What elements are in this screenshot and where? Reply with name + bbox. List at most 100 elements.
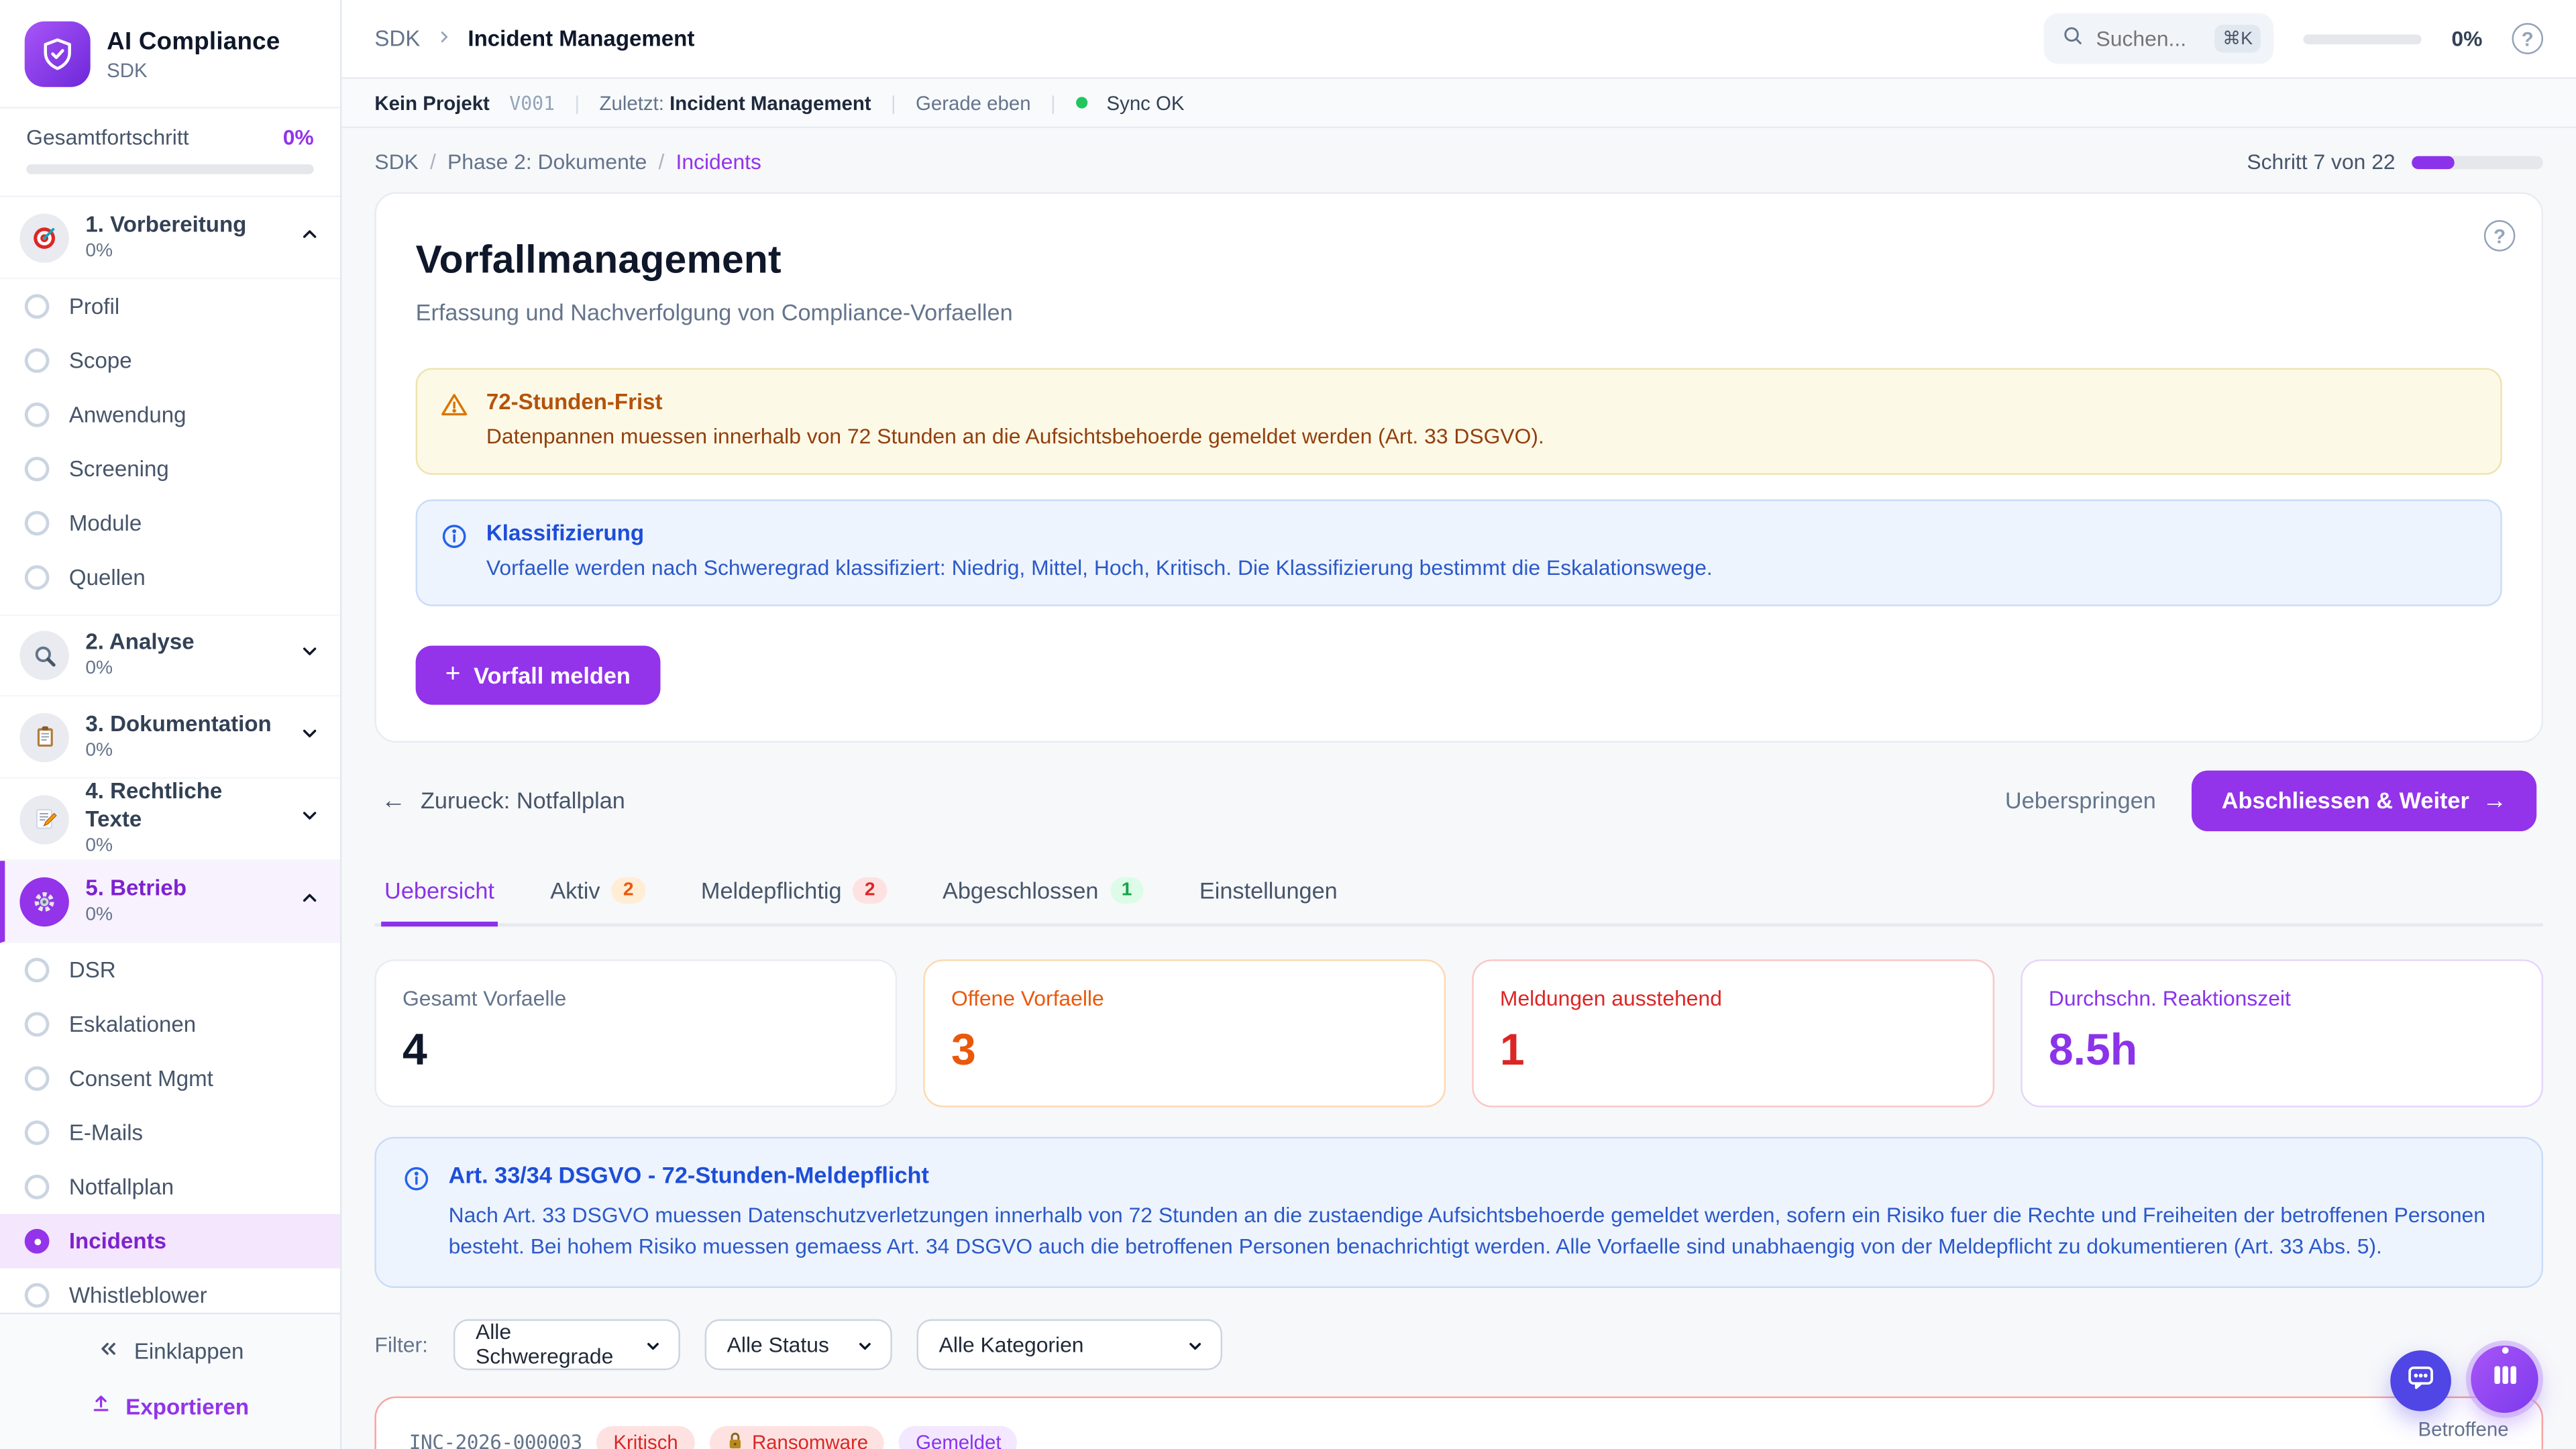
radio-icon (25, 457, 50, 482)
app-logo-row: AI Compliance SDK (0, 0, 340, 107)
complete-next-button[interactable]: Abschliessen & Weiter → (2192, 770, 2537, 831)
gdpr-banner-title: Art. 33/34 DSGVO - 72-Stunden-Meldepflic… (449, 1161, 2516, 1187)
severity-filter-select[interactable]: Alle Schweregrade (453, 1319, 680, 1370)
chevron-down-icon (299, 641, 321, 670)
sidebar-item-scope[interactable]: Scope (0, 333, 340, 388)
sidebar-item-consent-mgmt[interactable]: Consent Mgmt (0, 1051, 340, 1106)
plus-icon: + (445, 661, 461, 688)
incident-card[interactable]: INC-2026-000003 Kritisch Ransomware Geme… (374, 1396, 2543, 1449)
topbar-progress-track (2304, 34, 2422, 44)
page-breadcrumb-current: Incidents (676, 150, 761, 174)
sidebar-item-notfallplan[interactable]: Notfallplan (0, 1160, 340, 1214)
radio-selected-icon (25, 1229, 50, 1254)
search-input[interactable] (2096, 26, 2202, 51)
section-percent: 0% (85, 239, 246, 263)
lock-icon (726, 1430, 744, 1449)
sidebar-footer: Einklappen Exportieren (0, 1313, 340, 1449)
tab-meldepflichtig[interactable]: Meldepflichtig 2 (698, 862, 890, 926)
project-name: Kein Projekt (374, 91, 490, 114)
arrow-right-icon: → (2482, 786, 2507, 814)
overall-progress-label: Gesamtfortschritt (26, 125, 189, 150)
gear-icon (19, 877, 68, 926)
upload-icon (91, 1393, 113, 1419)
chevron-down-icon (1185, 1335, 1203, 1360)
chevron-down-icon (643, 1335, 661, 1360)
page-breadcrumb-sdk[interactable]: SDK (374, 150, 418, 174)
category-filter-select[interactable]: Alle Kategorien (916, 1319, 1222, 1370)
sidebar-item-whistleblower[interactable]: Whistleblower (0, 1269, 340, 1313)
filter-label: Filter: (374, 1332, 428, 1356)
sidebar-item-quellen[interactable]: Quellen (0, 550, 340, 604)
tab-aktiv[interactable]: Aktiv 2 (547, 862, 648, 926)
page-title: Vorfallmanagement (416, 238, 2502, 284)
help-icon[interactable]: ? (2512, 23, 2543, 54)
chat-fab-button[interactable] (2390, 1350, 2451, 1411)
breadcrumb: SDK Incident Management (374, 26, 694, 51)
sync-status-icon (1075, 97, 1087, 108)
radio-icon (25, 958, 50, 983)
sidebar-section-analyse[interactable]: 2. Analyse 0% (0, 614, 340, 696)
collapse-sidebar-button[interactable]: Einklappen (96, 1337, 244, 1365)
sidebar-section-rechtliche-texte[interactable]: 4. Rechtliche Texte 0% (0, 779, 340, 861)
chat-bubble-icon (2405, 1361, 2436, 1401)
gdpr-banner-text: Nach Art. 33 DSGVO muessen Datenschutzve… (449, 1199, 2516, 1263)
status-badge: Gemeldet (900, 1426, 1018, 1449)
report-incident-button[interactable]: + Vorfall melden (416, 645, 660, 704)
columns-panel-fab-button[interactable] (2471, 1346, 2538, 1413)
last-saved-time: Gerade eben (916, 91, 1031, 114)
main-content: SDK / Phase 2: Dokumente / Incidents Sch… (341, 128, 2576, 1449)
tab-einstellungen[interactable]: Einstellungen (1196, 862, 1341, 926)
sidebar-item-screening[interactable]: Screening (0, 442, 340, 496)
step-progress-track (2412, 155, 2543, 168)
sidebar-section-betrieb[interactable]: 5. Betrieb 0% (0, 861, 340, 943)
affected-value: 2.500 (2418, 1445, 2509, 1449)
info-icon (402, 1165, 431, 1263)
breadcrumb-root[interactable]: SDK (374, 26, 420, 51)
stat-card-pending-reports: Meldungen ausstehend 1 (1472, 959, 1994, 1106)
radio-icon (25, 348, 50, 373)
page-breadcrumb-phase[interactable]: Phase 2: Dokumente (447, 150, 647, 174)
radio-icon (25, 402, 50, 427)
stat-card-open: Offene Vorfaelle 3 (923, 959, 1446, 1106)
incident-id: INC-2026-000003 (409, 1432, 582, 1449)
sidebar-item-emails[interactable]: E-Mails (0, 1106, 340, 1160)
chevron-up-icon (299, 223, 321, 252)
section-label: 1. Vorbereitung (85, 212, 246, 239)
sidebar-nav: 1. Vorbereitung 0% Profil Scope Anwendun… (0, 195, 340, 1312)
sidebar-item-module[interactable]: Module (0, 496, 340, 551)
classification-info-callout: Klassifizierung Vorfaelle werden nach Sc… (416, 499, 2502, 606)
back-link[interactable]: ← Zurueck: Notfallplan (381, 786, 625, 814)
status-filter-select[interactable]: Alle Status (704, 1319, 891, 1370)
radio-icon (25, 1283, 50, 1308)
sidebar-item-incidents[interactable]: Incidents (0, 1214, 340, 1269)
tab-abgeschlossen[interactable]: Abgeschlossen 1 (939, 862, 1146, 926)
shield-check-logo-icon (25, 21, 91, 87)
breadcrumb-current: Incident Management (468, 26, 694, 51)
tab-uebersicht[interactable]: Uebersicht (381, 862, 498, 926)
export-button[interactable]: Exportieren (91, 1393, 249, 1419)
clipboard-icon (19, 712, 68, 761)
step-label: Schritt 7 von 22 (2247, 150, 2395, 174)
sidebar-section-vorbereitung[interactable]: 1. Vorbereitung 0% (0, 197, 340, 279)
severity-badge: Kritisch (597, 1426, 694, 1449)
help-icon[interactable]: ? (2484, 220, 2516, 252)
chevron-up-icon (299, 886, 321, 916)
sidebar-item-anwendung[interactable]: Anwendung (0, 388, 340, 442)
sidebar-section-dokumentation[interactable]: 3. Dokumentation 0% (0, 696, 340, 778)
classification-text: Vorfaelle werden nach Schweregrad klassi… (486, 553, 1713, 584)
app-subtitle: SDK (107, 58, 280, 81)
sidebar: AI Compliance SDK Gesamtfortschritt 0% (0, 0, 341, 1449)
magnifier-icon (19, 631, 68, 680)
info-icon (440, 522, 468, 558)
sidebar-item-eskalationen[interactable]: Eskalationen (0, 998, 340, 1052)
sidebar-item-profil[interactable]: Profil (0, 279, 340, 333)
memo-pencil-icon (19, 794, 68, 843)
chevron-down-icon (299, 722, 321, 751)
skip-button[interactable]: Ueberspringen (2005, 788, 2156, 814)
sidebar-item-dsr[interactable]: DSR (0, 943, 340, 998)
search-box[interactable]: ⌘K (2043, 13, 2274, 64)
overall-progress: Gesamtfortschritt 0% (0, 107, 340, 195)
warning-triangle-icon (440, 391, 468, 427)
tab-badge: 2 (612, 877, 645, 903)
step-progress: Schritt 7 von 22 (2247, 150, 2543, 174)
